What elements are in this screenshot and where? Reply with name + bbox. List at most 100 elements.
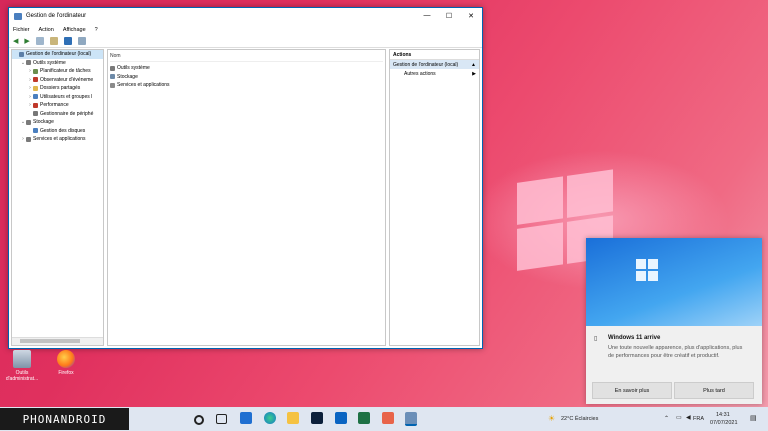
tree-item-label: Stockage — [33, 119, 54, 126]
tree-item[interactable]: › Services et applications — [12, 135, 103, 144]
menu-affichage[interactable]: Affichage — [63, 27, 86, 33]
details-pane[interactable]: Nom Outils système Stockage Services et … — [107, 49, 386, 346]
tree-node-icon — [26, 119, 31, 125]
tree-item-label: Planificateur de tâches — [40, 68, 91, 75]
window-title: Gestion de l'ordinateur — [26, 13, 87, 19]
tree-item-label: Outils système — [33, 59, 66, 66]
back-icon[interactable]: ◀ — [13, 37, 18, 45]
task-view-icon[interactable] — [216, 414, 227, 424]
maximize-button[interactable]: ☐ — [438, 12, 460, 20]
notification-center-icon[interactable]: ▤ — [750, 414, 757, 422]
column-header-nom[interactable]: Nom — [110, 53, 383, 62]
computer-management-window[interactable]: Gestion de l'ordinateur — ☐ ✕ Fichier Ac… — [8, 7, 483, 349]
tree-node-icon — [33, 102, 38, 108]
photoshop-icon[interactable] — [311, 412, 323, 424]
list-item[interactable]: Stockage — [110, 73, 383, 82]
weather-text[interactable]: 22°C Éclaircies — [561, 416, 598, 422]
computer-management-taskbar-icon[interactable] — [405, 412, 417, 426]
admin-tools-icon — [13, 350, 31, 368]
actions-header: Actions — [390, 50, 479, 60]
menu-fichier[interactable]: Fichier — [13, 27, 30, 33]
tree-item[interactable]: Gestion des disques — [12, 127, 103, 136]
tree-node-icon — [19, 51, 24, 57]
services-icon — [110, 82, 115, 88]
tree-item-label: Observateur d'événeme — [40, 76, 94, 83]
tree-node-icon — [33, 128, 38, 134]
menu-action[interactable]: Action — [39, 27, 54, 33]
paint-icon[interactable] — [382, 412, 394, 424]
storage-icon — [110, 74, 115, 80]
list-item[interactable]: Outils système — [110, 64, 383, 73]
desktop-icon-admin-tools[interactable]: Outils d'administrat... — [0, 350, 44, 382]
mail-icon[interactable] — [240, 412, 252, 424]
more-actions-item[interactable]: Autres actions ▶ — [390, 69, 479, 78]
properties-icon[interactable] — [49, 37, 58, 45]
clock-date[interactable]: 07/07/2021 — [710, 420, 738, 426]
tree-item[interactable]: › Observateur d'événeme — [12, 76, 103, 85]
notification-body: Une toute nouvelle apparence, plus d'app… — [608, 345, 743, 359]
windows-11-notification[interactable]: ▯ Windows 11 arrive Une toute nouvelle a… — [586, 238, 762, 404]
edge-icon[interactable] — [264, 412, 276, 424]
language-indicator[interactable]: FRA — [693, 416, 704, 422]
desktop-icon-label: Outils d'administrat... — [5, 370, 39, 382]
tree-item-label: Performance — [40, 102, 69, 109]
tree-item-label: Gestionnaire de périphé — [40, 110, 94, 117]
weather-icon: ☀ — [548, 414, 556, 423]
submenu-arrow-icon: ▶ — [472, 70, 476, 77]
notification-banner — [586, 238, 762, 326]
desktop-icon-firefox[interactable]: Firefox — [44, 350, 88, 376]
view-icon[interactable] — [77, 37, 86, 45]
actions-section[interactable]: Gestion de l'ordinateur (local) ▲ — [390, 60, 479, 69]
computer-management-icon — [14, 12, 22, 20]
tree-item[interactable]: Gestion de l'ordinateur (local) — [12, 50, 103, 59]
outlook-icon[interactable] — [335, 412, 347, 424]
tree-item[interactable]: ⌄ Stockage — [12, 118, 103, 127]
tree-item-label: Utilisateurs et groupes l — [40, 93, 93, 100]
tree-node-icon — [26, 136, 31, 142]
tree-item-label: Gestion de l'ordinateur (local) — [26, 51, 92, 58]
tree-item[interactable]: › Planificateur de tâches — [12, 67, 103, 76]
minimize-button[interactable]: — — [416, 12, 438, 20]
title-bar[interactable]: Gestion de l'ordinateur — ☐ ✕ — [9, 8, 482, 24]
console-tree[interactable]: Gestion de l'ordinateur (local) ⌄ Outils s… — [11, 49, 104, 346]
tree-item[interactable]: Gestionnaire de périphé — [12, 110, 103, 119]
tree-node-icon — [33, 68, 38, 74]
tree-node-icon — [26, 60, 31, 66]
close-button[interactable]: ✕ — [460, 12, 482, 20]
learn-more-button[interactable]: En savoir plus — [592, 382, 672, 399]
menu-bar: Fichier Action Affichage ? — [9, 24, 482, 35]
tree-node-icon — [33, 111, 38, 117]
network-icon[interactable]: ▭ — [676, 414, 682, 421]
tree-node-icon — [33, 85, 38, 91]
pin-icon: ▯ — [594, 336, 598, 342]
later-button[interactable]: Plus tard — [674, 382, 754, 399]
scrollbar-thumb[interactable] — [20, 339, 80, 343]
clock-time[interactable]: 14:31 — [716, 412, 730, 418]
tree-item[interactable]: ⌄ Outils système — [12, 59, 103, 68]
tree-node-icon — [33, 94, 38, 100]
tree-item[interactable]: › Performance — [12, 101, 103, 110]
volume-icon[interactable]: ◀ — [686, 414, 691, 421]
list-item[interactable]: Services et applications — [110, 81, 383, 90]
chevron-up-icon[interactable]: ⌃ — [664, 415, 669, 422]
file-explorer-icon[interactable] — [287, 412, 299, 424]
forward-icon[interactable]: ▶ — [24, 37, 29, 45]
desktop-icon-label: Firefox — [58, 370, 74, 376]
windows-logo-icon — [636, 259, 658, 281]
help-icon[interactable] — [63, 37, 72, 45]
tree-item[interactable]: › Utilisateurs et groupes l — [12, 93, 103, 102]
tree-item-label: Dossiers partagés — [40, 85, 81, 92]
collapse-arrow-icon[interactable]: ▲ — [471, 62, 476, 68]
phonandroid-logo: PHONANDROID — [0, 408, 129, 430]
console-tree-icon[interactable] — [35, 37, 44, 45]
tree-item-label: Services et applications — [33, 136, 86, 143]
excel-icon[interactable] — [358, 412, 370, 424]
tree-item[interactable]: › Dossiers partagés — [12, 84, 103, 93]
notification-title: Windows 11 arrive — [608, 335, 661, 341]
tools-icon — [110, 65, 115, 71]
tree-node-icon — [33, 77, 38, 83]
firefox-icon — [57, 350, 75, 368]
menu-help[interactable]: ? — [95, 27, 98, 33]
horizontal-scrollbar[interactable] — [12, 337, 103, 345]
search-icon[interactable] — [194, 415, 204, 425]
